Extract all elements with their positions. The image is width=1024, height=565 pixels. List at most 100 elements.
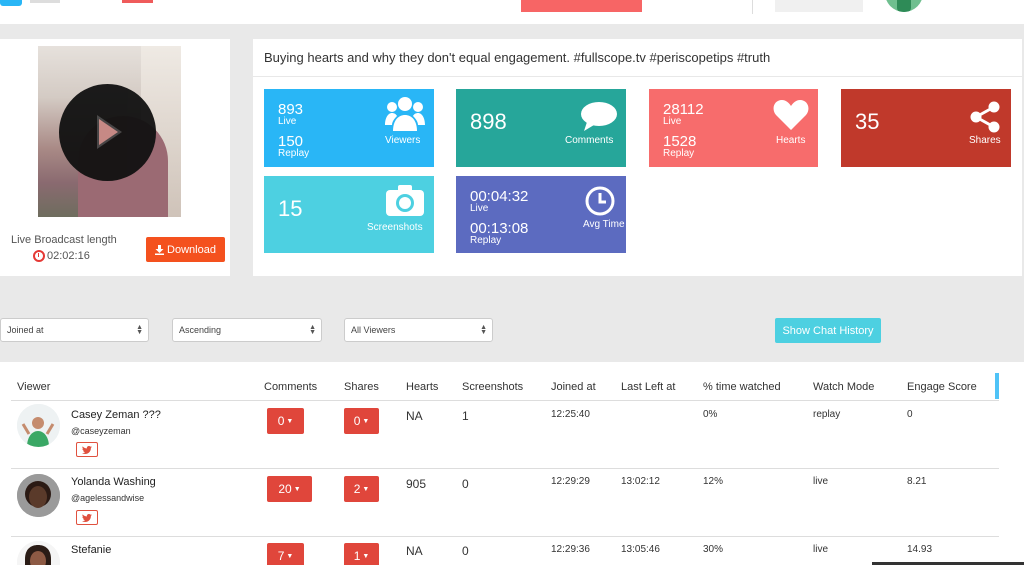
joined-at-value: 12:25:40 <box>551 409 590 420</box>
select-arrows-icon: ▲ ▼ <box>480 324 487 336</box>
header-viewer[interactable]: Viewer <box>17 381 50 393</box>
viewer-name[interactable]: Stefanie <box>71 544 111 556</box>
last-left-value: 13:02:12 <box>621 476 660 487</box>
header-joined-at[interactable]: Joined at <box>551 381 596 393</box>
last-left-value: 13:05:46 <box>621 544 660 555</box>
broadcast-length-label: Live Broadcast length <box>11 234 117 246</box>
video-panel: Live Broadcast length 02:02:16 Download <box>0 39 230 276</box>
broadcast-length: 02:02:16 <box>33 250 90 262</box>
broadcast-title: Buying hearts and why they don't equal e… <box>264 50 771 65</box>
camera-icon <box>386 185 424 216</box>
comments-dropdown[interactable]: 0 ▼ <box>267 408 304 434</box>
engage-score-value: 0 <box>907 409 913 420</box>
twitter-button[interactable] <box>76 510 98 525</box>
stats-panel: Buying hearts and why they don't equal e… <box>253 39 1022 276</box>
header-shares[interactable]: Shares <box>344 381 379 393</box>
joined-at-value: 12:29:36 <box>551 544 590 555</box>
comment-icon <box>581 102 617 131</box>
avatar[interactable] <box>17 404 60 447</box>
viewers-table: Viewer Comments Shares Hearts Screenshot… <box>0 362 1024 565</box>
download-button[interactable]: Download <box>146 237 225 262</box>
avg-time-replay: 00:13:08 <box>470 220 529 237</box>
top-divider <box>752 0 753 14</box>
viewer-filter-select[interactable]: All Viewers ▲ ▼ <box>344 318 493 342</box>
caret-down-icon: ▼ <box>286 417 294 425</box>
caret-down-icon: ▼ <box>362 417 370 425</box>
screenshots-value: 1 <box>462 409 469 423</box>
pct-watched-value: 12% <box>703 476 724 487</box>
clock-icon <box>33 250 45 262</box>
header-engage-score[interactable]: Engage Score <box>907 381 977 393</box>
comments-tile: 898 Comments <box>456 89 626 167</box>
pct-watched-value: 30% <box>703 544 724 555</box>
broadcast-thumbnail[interactable] <box>38 46 181 217</box>
shares-count: 35 <box>855 109 880 134</box>
watch-mode-value: live <box>813 476 829 487</box>
twitter-button[interactable] <box>76 442 98 457</box>
header-watch-mode[interactable]: Watch Mode <box>813 381 874 393</box>
download-icon <box>155 244 165 255</box>
viewer-handle[interactable]: @caseyzeman <box>71 426 131 436</box>
pct-watched-value: 0% <box>703 409 718 420</box>
engage-score-value: 14.93 <box>907 544 933 555</box>
share-icon <box>970 101 1000 133</box>
viewer-handle[interactable]: @agelessandwise <box>71 493 144 503</box>
top-nav-badge[interactable] <box>122 0 153 3</box>
hearts-value: 905 <box>406 477 427 491</box>
joined-at-value: 12:29:29 <box>551 476 590 487</box>
top-bar <box>0 0 1024 24</box>
viewers-live: 893 <box>278 101 304 118</box>
watch-mode-value: live <box>813 544 829 555</box>
users-icon <box>385 97 425 131</box>
top-action-button[interactable] <box>521 0 642 12</box>
show-chat-history-button[interactable]: Show Chat History <box>775 318 881 343</box>
screenshots-value: 0 <box>462 477 469 491</box>
user-avatar[interactable] <box>885 0 923 12</box>
play-icon[interactable] <box>59 84 156 181</box>
comments-dropdown[interactable]: 7 ▼ <box>267 543 304 565</box>
avatar[interactable] <box>17 541 60 565</box>
clock-icon <box>585 186 615 216</box>
select-arrows-icon: ▲ ▼ <box>309 324 316 336</box>
screenshots-value: 0 <box>462 544 469 558</box>
hearts-live: 28112 <box>663 101 704 118</box>
caret-down-icon: ▼ <box>293 485 301 493</box>
scrollbar[interactable] <box>995 373 999 399</box>
header-last-left-at[interactable]: Last Left at <box>621 381 675 393</box>
shares-dropdown[interactable]: 0 ▼ <box>344 408 379 434</box>
shares-dropdown[interactable]: 2 ▼ <box>344 476 379 502</box>
twitter-icon <box>82 445 92 454</box>
hearts-tile: 28112 Live 1528 Replay Hearts <box>649 89 818 167</box>
screenshots-tile: 15 Screenshots <box>264 176 434 253</box>
comments-count: 898 <box>470 109 507 134</box>
header-screenshots[interactable]: Screenshots <box>462 381 523 393</box>
avg-time-tile: 00:04:32 Live 00:13:08 Replay Avg Time <box>456 176 626 253</box>
header-hearts[interactable]: Hearts <box>406 381 438 393</box>
shares-tile: 35 Shares <box>841 89 1011 167</box>
engage-score-value: 8.21 <box>907 476 927 487</box>
sort-by-select[interactable]: Joined at ▲ ▼ <box>0 318 149 342</box>
header-pct-watched[interactable]: % time watched <box>703 381 781 393</box>
header-comments[interactable]: Comments <box>264 381 317 393</box>
screenshots-count: 15 <box>278 196 303 221</box>
viewer-name[interactable]: Casey Zeman ??? <box>71 409 161 421</box>
heart-icon <box>773 100 809 130</box>
watch-mode-value: replay <box>813 409 841 420</box>
avatar[interactable] <box>17 474 60 517</box>
top-search-field[interactable] <box>775 0 863 12</box>
hearts-replay: 1528 <box>663 133 697 150</box>
comments-dropdown[interactable]: 20 ▼ <box>267 476 312 502</box>
viewers-replay: 150 <box>278 133 304 150</box>
order-select[interactable]: Ascending ▲ ▼ <box>172 318 322 342</box>
viewers-tile: 893 Live 150 Replay Viewers <box>264 89 434 167</box>
app-logo[interactable] <box>0 0 22 6</box>
top-nav-link[interactable] <box>30 0 60 3</box>
viewer-name[interactable]: Yolanda Washing <box>71 476 156 488</box>
shares-dropdown[interactable]: 1 ▼ <box>344 543 379 565</box>
caret-down-icon: ▼ <box>286 552 294 560</box>
caret-down-icon: ▼ <box>362 552 370 560</box>
hearts-value: NA <box>406 544 423 558</box>
select-arrows-icon: ▲ ▼ <box>136 324 143 336</box>
twitter-icon <box>82 513 92 522</box>
caret-down-icon: ▼ <box>362 485 370 493</box>
